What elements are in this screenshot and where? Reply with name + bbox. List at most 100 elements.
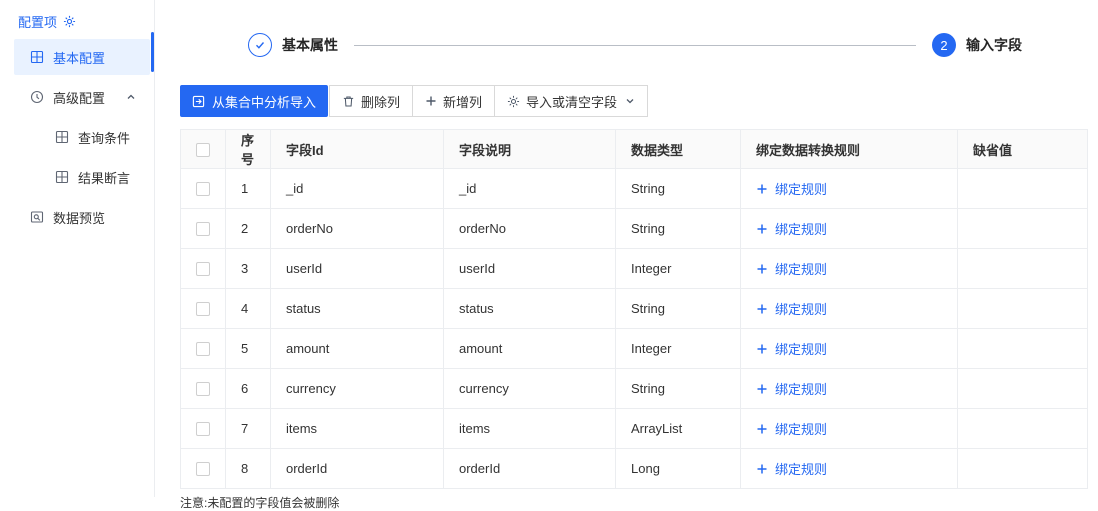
cell-index: 4 [225, 288, 271, 329]
cell-field-id: userId [270, 248, 444, 289]
bind-rule-link[interactable]: 绑定规则 [756, 179, 827, 198]
sidebar-item-data-preview[interactable]: 数据预览 [0, 197, 154, 237]
cell-field-id: orderNo [270, 208, 444, 249]
cell-default-value [957, 208, 1088, 249]
cell-bind-rule: 绑定规则 [740, 448, 958, 489]
bind-rule-link[interactable]: 绑定规则 [756, 419, 827, 438]
bind-rule-label: 绑定规则 [775, 382, 828, 397]
cell-data-type: ArrayList [615, 408, 741, 449]
bind-rule-link[interactable]: 绑定规则 [756, 299, 827, 318]
cell-default-value [957, 288, 1088, 329]
cell-data-type: Integer [615, 328, 741, 369]
sidebar-title-text: 配置项 [18, 15, 58, 30]
plus-icon [756, 263, 768, 275]
cell-bind-rule: 绑定规则 [740, 288, 958, 329]
row-checkbox[interactable] [196, 182, 210, 197]
sidebar-item-advanced-config[interactable]: 高级配置 [0, 77, 154, 117]
cell-field-desc: items [443, 408, 616, 449]
cell-index: 5 [225, 328, 271, 369]
bind-rule-label: 绑定规则 [775, 262, 828, 277]
cell-index: 2 [225, 208, 271, 249]
bind-rule-link[interactable]: 绑定规则 [756, 379, 827, 398]
cell-index: 8 [225, 448, 271, 489]
cell-default-value [957, 408, 1088, 449]
table-row: 1 _id _id String 绑定规则 [180, 168, 1088, 209]
cell-default-value [957, 368, 1088, 409]
table-row: 4 status status String 绑定规则 [180, 288, 1088, 329]
grid-icon [55, 170, 69, 184]
sidebar-item-label: 基本配置 [53, 50, 106, 66]
step-1-label: 基本属性 [282, 37, 338, 53]
row-checkbox[interactable] [196, 342, 210, 357]
main-content: 基本属性 2 输入字段 从集合中分析导入 删除列 新增列 导入或清空字段 序号 … [156, 0, 1098, 510]
cell-field-desc: userId [443, 248, 616, 289]
row-checkbox[interactable] [196, 222, 210, 237]
cell-data-type: Integer [615, 248, 741, 289]
sidebar-item-result-assertion[interactable]: 结果断言 [0, 157, 154, 197]
cell-bind-rule: 绑定规则 [740, 368, 958, 409]
sidebar-item-label: 数据预览 [53, 210, 106, 226]
sidebar-item-label: 查询条件 [78, 130, 131, 146]
bind-rule-label: 绑定规则 [775, 182, 828, 197]
cell-select [180, 248, 226, 289]
bind-rule-link[interactable]: 绑定规则 [756, 339, 827, 358]
cell-index: 7 [225, 408, 271, 449]
bind-rule-link[interactable]: 绑定规则 [756, 219, 827, 238]
cell-select [180, 208, 226, 249]
cell-index: 6 [225, 368, 271, 409]
plus-icon [425, 95, 437, 107]
analyze-import-button[interactable]: 从集合中分析导入 [180, 85, 329, 117]
grid-icon [30, 50, 44, 64]
col-header-bind-rule: 绑定数据转换规则 [740, 129, 958, 169]
cell-field-id: amount [270, 328, 444, 369]
cell-data-type: String [615, 168, 741, 209]
cell-select [180, 288, 226, 329]
import-or-clear-label: 导入或清空字段 [526, 94, 618, 110]
delete-column-button[interactable]: 删除列 [329, 85, 414, 117]
step-2: 2 输入字段 [932, 33, 1022, 57]
col-header-field-desc: 字段说明 [443, 129, 616, 169]
cell-field-id: _id [270, 168, 444, 209]
cell-field-desc: currency [443, 368, 616, 409]
cell-select [180, 168, 226, 209]
cell-field-id: status [270, 288, 444, 329]
table-row: 8 orderId orderId Long 绑定规则 [180, 448, 1088, 489]
cell-field-id: currency [270, 368, 444, 409]
row-checkbox[interactable] [196, 422, 210, 437]
cell-select [180, 328, 226, 369]
row-checkbox[interactable] [196, 262, 210, 277]
select-all-checkbox[interactable] [196, 142, 210, 157]
row-checkbox[interactable] [196, 302, 210, 317]
grid-icon [55, 130, 69, 144]
cell-field-desc: _id [443, 168, 616, 209]
table-row: 3 userId userId Integer 绑定规则 [180, 248, 1088, 289]
cell-field-desc: orderId [443, 448, 616, 489]
cell-select [180, 448, 226, 489]
chevron-down-icon [625, 96, 635, 106]
table-row: 7 items items ArrayList 绑定规则 [180, 408, 1088, 449]
cell-data-type: Long [615, 448, 741, 489]
cell-field-id: items [270, 408, 444, 449]
row-checkbox[interactable] [196, 462, 210, 477]
check-icon [254, 39, 266, 51]
bind-rule-link[interactable]: 绑定规则 [756, 259, 827, 278]
table-header: 序号 字段Id 字段说明 数据类型 绑定数据转换规则 缺省值 [180, 129, 1088, 169]
cell-bind-rule: 绑定规则 [740, 248, 958, 289]
sidebar-item-basic-config[interactable]: 基本配置 [14, 39, 150, 75]
plus-icon [756, 423, 768, 435]
plus-icon [756, 223, 768, 235]
bind-rule-link[interactable]: 绑定规则 [756, 459, 827, 478]
bind-rule-label: 绑定规则 [775, 342, 828, 357]
sidebar-item-query-conditions[interactable]: 查询条件 [0, 117, 154, 157]
import-or-clear-button[interactable]: 导入或清空字段 [494, 85, 649, 117]
row-checkbox[interactable] [196, 382, 210, 397]
plus-icon [756, 383, 768, 395]
cell-default-value [957, 328, 1088, 369]
cell-field-desc: orderNo [443, 208, 616, 249]
table-body: 1 _id _id String 绑定规则 2 orderNo orderNo … [180, 168, 1088, 489]
add-column-button[interactable]: 新增列 [412, 85, 496, 117]
import-icon [192, 95, 205, 108]
chevron-up-icon[interactable] [126, 92, 136, 102]
gear-icon[interactable] [63, 15, 76, 28]
toolbar-button-group: 删除列 新增列 导入或清空字段 [329, 85, 649, 117]
